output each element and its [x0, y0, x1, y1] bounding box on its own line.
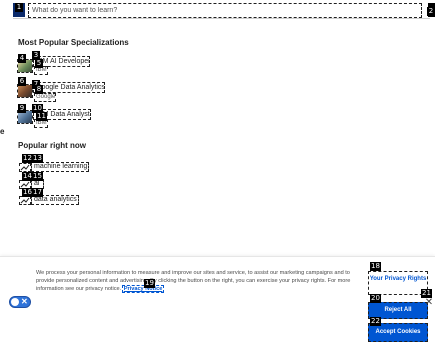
marker-11: 11: [36, 112, 47, 121]
spec-thumbnail-google-data[interactable]: [17, 84, 33, 98]
marker-17: 17: [32, 188, 43, 197]
spec-title-google-data[interactable]: Google Data Analytics: [33, 82, 105, 93]
privacy-toggle[interactable]: ✕: [9, 296, 31, 308]
marker-20: 20: [370, 294, 381, 303]
marker-19: 19: [144, 279, 155, 288]
left-edge-fragment: e: [0, 127, 5, 136]
marker-21: 21: [421, 289, 432, 298]
marker-22: 22: [370, 317, 381, 326]
marker-18: 18: [370, 262, 381, 271]
popular-item-data-analytics[interactable]: data analytics: [31, 195, 79, 205]
marker-4: 4: [18, 54, 26, 63]
privacy-rights-button[interactable]: Your Privacy Rights: [368, 271, 428, 295]
spec-subtitle-ibm-data-analyst: IBM: [34, 119, 48, 128]
trending-icon: [19, 180, 31, 189]
marker-1: 1: [15, 3, 23, 12]
spec-subtitle-google-data: Google: [34, 93, 56, 102]
trending-icon: [19, 196, 31, 205]
cookie-text: We process your personal information to …: [36, 269, 361, 293]
cookie-message: We process your personal information to …: [36, 270, 351, 292]
close-banner-icon[interactable]: ✕: [424, 298, 434, 308]
trending-icon: [19, 163, 31, 172]
marker-9: 9: [18, 104, 26, 113]
marker-15: 15: [32, 172, 43, 181]
cookie-banner: We process your personal information to …: [0, 256, 435, 353]
popular-heading: Popular right now: [18, 141, 86, 150]
spec-subtitle-ibm-ai: IBM: [34, 66, 48, 75]
marker-2: 2: [427, 7, 435, 16]
specializations-heading: Most Popular Specializations: [18, 38, 129, 47]
marker-8: 8: [35, 85, 43, 94]
toggle-knob: [11, 298, 19, 306]
marker-5: 5: [35, 59, 43, 68]
popular-item-machine-learning[interactable]: machine learning: [31, 162, 89, 172]
search-bar: [13, 3, 430, 19]
close-icon: ✕: [21, 297, 28, 306]
popular-item-ai[interactable]: ai: [31, 179, 44, 189]
marker-13: 13: [32, 154, 43, 163]
search-input[interactable]: [28, 3, 422, 18]
marker-6: 6: [18, 77, 26, 86]
